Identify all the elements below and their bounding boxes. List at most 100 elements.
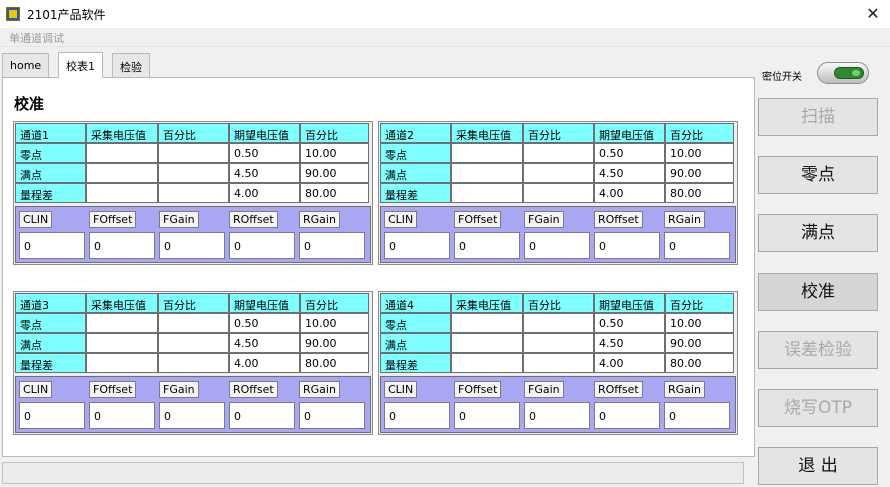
- value-cell[interactable]: 4.00: [229, 183, 300, 203]
- value-cell[interactable]: 0.50: [229, 313, 300, 333]
- scan-button[interactable]: 扫描: [758, 98, 878, 136]
- toggle-switch[interactable]: [817, 62, 869, 84]
- value-cell[interactable]: 90.00: [665, 163, 734, 183]
- tab-home[interactable]: home: [2, 53, 50, 77]
- value-cell[interactable]: 4.50: [594, 163, 665, 183]
- value-cell[interactable]: [158, 353, 229, 373]
- burn-otp-button[interactable]: 烧写OTP: [758, 389, 878, 427]
- value-cell[interactable]: 4.00: [594, 353, 665, 373]
- value-cell[interactable]: [451, 143, 523, 163]
- value-cell[interactable]: [86, 313, 158, 333]
- value-cell[interactable]: 4.50: [229, 333, 300, 353]
- param-value-field[interactable]: 0: [89, 402, 155, 429]
- channel-name: 通道4: [380, 293, 451, 313]
- param-value-field[interactable]: 0: [524, 232, 590, 259]
- param-value-field[interactable]: 0: [229, 402, 295, 429]
- param-value-field[interactable]: 0: [159, 402, 225, 429]
- param-value-field[interactable]: 0: [89, 232, 155, 259]
- value-cell[interactable]: 4.00: [594, 183, 665, 203]
- value-cell[interactable]: 4.50: [594, 333, 665, 353]
- value-cell[interactable]: [86, 333, 158, 353]
- column-header: 百分比: [300, 123, 369, 143]
- param-value-field[interactable]: 0: [454, 232, 520, 259]
- param-value-field[interactable]: 0: [299, 402, 365, 429]
- param-value-field[interactable]: 0: [19, 232, 85, 259]
- value-cell[interactable]: [86, 143, 158, 163]
- param-value-field[interactable]: 0: [299, 232, 365, 259]
- table-row: 满点 4.50 90.00: [380, 163, 734, 183]
- value-cell[interactable]: [158, 333, 229, 353]
- param-value-field[interactable]: 0: [664, 402, 730, 429]
- table-row: 零点 0.50 10.00: [380, 313, 734, 333]
- value-cell[interactable]: 90.00: [665, 333, 734, 353]
- tab-calibration-1[interactable]: 校表1: [58, 52, 103, 78]
- value-cell[interactable]: 4.00: [229, 353, 300, 373]
- value-cell[interactable]: [523, 333, 594, 353]
- value-cell[interactable]: [451, 313, 523, 333]
- value-cell[interactable]: 80.00: [665, 353, 734, 373]
- value-cell[interactable]: [158, 183, 229, 203]
- value-cell[interactable]: 10.00: [665, 313, 734, 333]
- param-header: FGain: [159, 381, 199, 398]
- row-label: 满点: [15, 333, 86, 353]
- value-cell[interactable]: [523, 183, 594, 203]
- column-header: 采集电压值: [86, 123, 158, 143]
- value-cell[interactable]: 10.00: [300, 143, 369, 163]
- value-cell[interactable]: [86, 163, 158, 183]
- full-button[interactable]: 满点: [758, 214, 878, 252]
- value-cell[interactable]: [523, 163, 594, 183]
- param-header: ROffset: [594, 381, 643, 398]
- param-value-field[interactable]: 0: [384, 402, 450, 429]
- param-value-field[interactable]: 0: [19, 402, 85, 429]
- value-cell[interactable]: 4.50: [229, 163, 300, 183]
- tab-inspection[interactable]: 检验: [112, 53, 150, 77]
- param-value-field[interactable]: 0: [594, 402, 660, 429]
- column-header: 采集电压值: [451, 123, 523, 143]
- param-value-field[interactable]: 0: [229, 232, 295, 259]
- value-cell[interactable]: [523, 353, 594, 373]
- value-cell[interactable]: [451, 353, 523, 373]
- error-check-button[interactable]: 误差检验: [758, 331, 878, 369]
- param-value-field[interactable]: 0: [384, 232, 450, 259]
- table-row: 零点 0.50 10.00: [15, 143, 369, 163]
- value-cell[interactable]: [523, 313, 594, 333]
- value-cell[interactable]: [523, 143, 594, 163]
- value-cell[interactable]: [158, 143, 229, 163]
- param-value-field[interactable]: 0: [524, 402, 590, 429]
- value-cell[interactable]: [451, 333, 523, 353]
- calibrate-button[interactable]: 校准: [758, 273, 878, 311]
- value-cell[interactable]: 10.00: [665, 143, 734, 163]
- value-cell[interactable]: 0.50: [594, 313, 665, 333]
- value-cell[interactable]: [86, 183, 158, 203]
- value-cell[interactable]: 0.50: [229, 143, 300, 163]
- param-value-field[interactable]: 0: [594, 232, 660, 259]
- row-label: 满点: [380, 163, 451, 183]
- menu-item-single-channel[interactable]: 单通道调试: [9, 30, 64, 46]
- value-cell[interactable]: [86, 353, 158, 373]
- param-value-field[interactable]: 0: [664, 232, 730, 259]
- value-cell[interactable]: 0.50: [594, 143, 665, 163]
- title-bar: 2101产品软件 ✕: [0, 0, 890, 28]
- table-header-row: 通道3 采集电压值 百分比 期望电压值 百分比: [15, 293, 369, 313]
- column-header: 期望电压值: [229, 123, 300, 143]
- menu-bar: 单通道调试: [0, 28, 890, 47]
- value-cell[interactable]: 80.00: [300, 353, 369, 373]
- value-cell[interactable]: [451, 163, 523, 183]
- param-header: CLIN: [384, 381, 418, 398]
- value-cell[interactable]: 80.00: [300, 183, 369, 203]
- row-label: 零点: [15, 313, 86, 333]
- param-value-field[interactable]: 0: [454, 402, 520, 429]
- zero-button[interactable]: 零点: [758, 156, 878, 194]
- exit-button[interactable]: 退 出: [758, 447, 878, 485]
- value-cell[interactable]: [158, 313, 229, 333]
- value-cell[interactable]: 10.00: [300, 313, 369, 333]
- value-cell[interactable]: 80.00: [665, 183, 734, 203]
- value-cell[interactable]: [158, 163, 229, 183]
- channel-table: 通道1 采集电压值 百分比 期望电压值 百分比 零点 0.50 10.00 满点 4.50 90.0…: [15, 123, 369, 203]
- value-cell[interactable]: 90.00: [300, 333, 369, 353]
- value-cell[interactable]: [451, 183, 523, 203]
- param-value-field[interactable]: 0: [159, 232, 225, 259]
- row-label: 量程差: [15, 183, 86, 203]
- close-button[interactable]: ✕: [862, 3, 884, 25]
- value-cell[interactable]: 90.00: [300, 163, 369, 183]
